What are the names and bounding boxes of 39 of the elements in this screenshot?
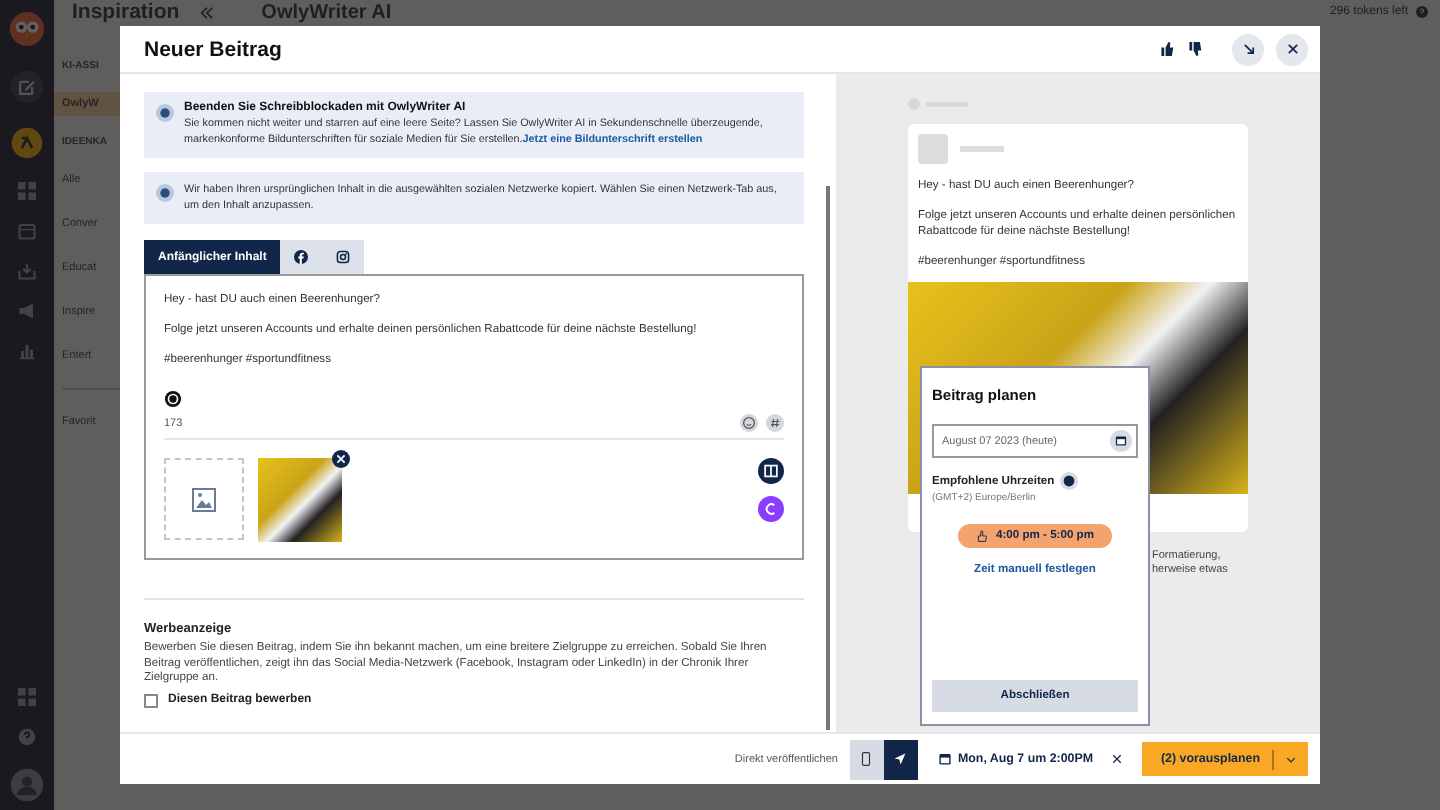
name-placeholder <box>960 146 1004 152</box>
facebook-tab[interactable] <box>280 240 323 274</box>
thumbs-down-icon[interactable] <box>1188 42 1202 56</box>
collapse-icon[interactable] <box>199 5 214 19</box>
phone-toggle[interactable] <box>849 739 884 779</box>
image-icon <box>192 487 216 511</box>
photo-placeholder <box>258 458 342 542</box>
minimize-button[interactable] <box>1232 33 1264 65</box>
facebook-icon <box>294 250 309 264</box>
hand-icon <box>976 530 989 542</box>
checkbox[interactable] <box>144 693 158 707</box>
avatar-placeholder <box>918 134 948 164</box>
info-icon <box>156 184 174 202</box>
instagram-tab[interactable] <box>322 240 365 274</box>
dialog-title: Neuer Beitrag <box>144 37 282 61</box>
close-icon <box>1285 42 1299 56</box>
remove-icon[interactable] <box>332 450 350 468</box>
hashtag-icon[interactable] <box>766 414 784 432</box>
instagram-icon <box>336 250 351 264</box>
owl-logo-icon[interactable] <box>8 10 46 48</box>
caret-icon <box>1286 755 1296 763</box>
arrow-icon <box>1241 42 1255 56</box>
close-icon[interactable] <box>1112 754 1123 764</box>
scrollbar[interactable] <box>826 186 830 730</box>
info-icon <box>156 104 174 122</box>
tool-title: OwlyWriter AI <box>261 1 392 23</box>
add-media-button[interactable] <box>164 458 244 540</box>
send-toggle[interactable] <box>883 739 918 779</box>
help-icon[interactable] <box>1416 6 1428 18</box>
close-button[interactable] <box>1276 33 1308 65</box>
calendar-icon <box>937 752 952 766</box>
send-icon <box>894 752 907 766</box>
page-title: Inspiration <box>72 0 180 24</box>
calendar-icon[interactable] <box>1110 430 1132 452</box>
phone-icon <box>860 752 873 766</box>
info-icon[interactable] <box>1060 472 1079 490</box>
thumbs-up-icon[interactable] <box>1160 42 1174 56</box>
emoji-icon[interactable] <box>740 414 758 432</box>
media-library-icon[interactable] <box>758 458 784 484</box>
